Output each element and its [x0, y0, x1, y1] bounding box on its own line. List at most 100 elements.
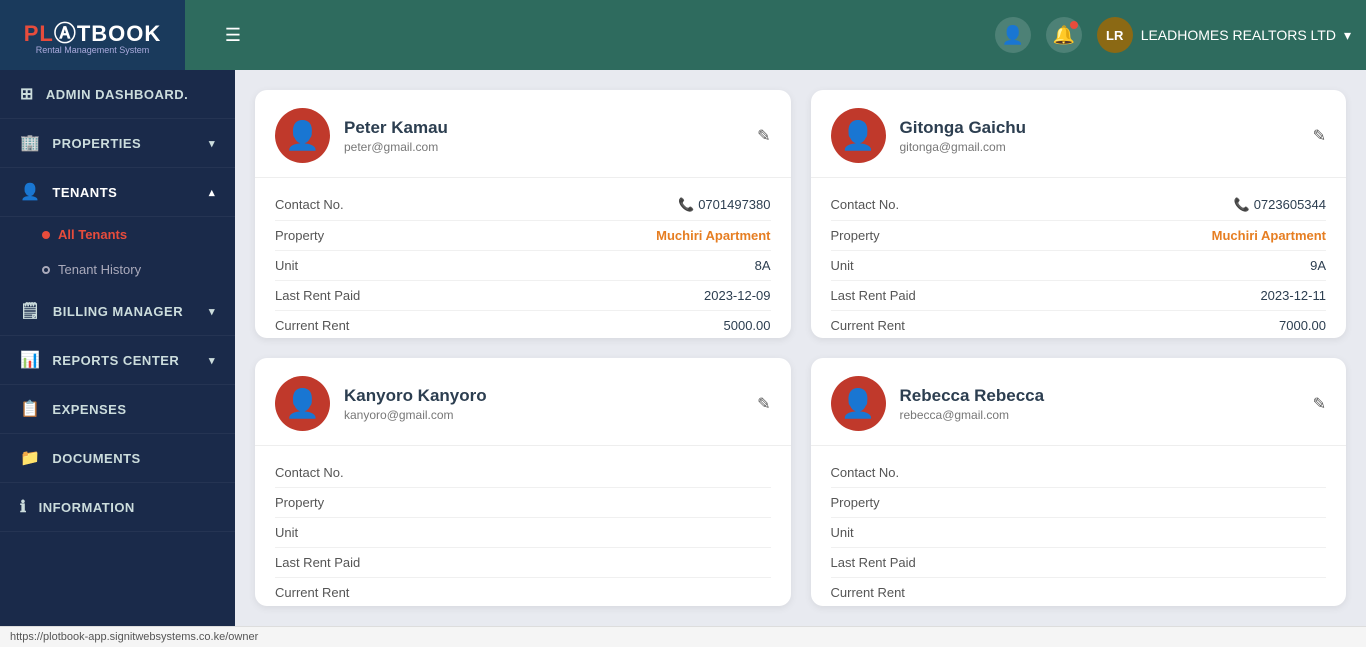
contact-label: Contact No.	[275, 465, 344, 480]
contact-row-peter-kamau: Contact No. 📞 0701497380	[275, 190, 771, 221]
sidebar-label-tenants: TENANTS	[52, 185, 117, 200]
avatar-icon: 👤	[285, 387, 320, 420]
tenants-icon: 👤	[20, 182, 40, 202]
tenant-card-kanyoro-kanyoro: 👤 Kanyoro Kanyoro kanyoro@gmail.com ✎ Co…	[255, 358, 791, 606]
card-info-rebecca-rebecca: Rebecca Rebecca rebecca@gmail.com	[900, 386, 1045, 422]
tenant-card-rebecca-rebecca: 👤 Rebecca Rebecca rebecca@gmail.com ✎ Co…	[811, 358, 1347, 606]
unit-label: Unit	[831, 525, 854, 540]
sidebar-item-reports-center[interactable]: 📊 REPORTS CENTER ▾	[0, 336, 235, 385]
edit-icon-gitonga-gaichu[interactable]: ✎	[1313, 126, 1326, 146]
unit-row-gitonga-gaichu: Unit 9A	[831, 251, 1327, 281]
property-label: Property	[275, 495, 324, 510]
unit-label: Unit	[275, 525, 298, 540]
tenant-email-kanyoro-kanyoro: kanyoro@gmail.com	[344, 408, 487, 422]
company-button[interactable]: LR LEADHOMES REALTORS LTD ▾	[1097, 17, 1351, 53]
all-tenants-label: All Tenants	[58, 227, 127, 242]
current-rent-value-gitonga-gaichu: 7000.00	[1279, 318, 1326, 333]
unit-value-gitonga-gaichu: 9A	[1310, 258, 1326, 273]
sidebar-label-properties: PROPERTIES	[52, 136, 141, 151]
current-rent-value-peter-kamau: 5000.00	[724, 318, 771, 333]
card-header-peter-kamau: 👤 Peter Kamau peter@gmail.com ✎	[255, 90, 791, 178]
tenant-email-gitonga-gaichu: gitonga@gmail.com	[900, 140, 1027, 154]
contact-row-gitonga-gaichu: Contact No. 📞 0723605344	[831, 190, 1327, 221]
property-row-peter-kamau: Property Muchiri Apartment	[275, 221, 771, 251]
property-row-kanyoro-kanyoro: Property	[275, 488, 771, 518]
sidebar-item-expenses[interactable]: 📋 Expenses	[0, 385, 235, 434]
status-bar: https://plotbook-app.signitwebsystems.co…	[0, 626, 1366, 647]
edit-icon-peter-kamau[interactable]: ✎	[757, 126, 770, 146]
chevron-icon: ▾	[209, 137, 215, 150]
sidebar-item-admin-dashboard[interactable]: ⊞ ADMIN DASHBOARD.	[0, 70, 235, 119]
sidebar-item-all-tenants[interactable]: All Tenants	[0, 217, 235, 252]
card-body-gitonga-gaichu: Contact No. 📞 0723605344 Property Muchir…	[811, 178, 1347, 338]
property-row-rebecca-rebecca: Property	[831, 488, 1327, 518]
card-body-rebecca-rebecca: Contact No. Property Unit Last Rent Paid…	[811, 446, 1347, 606]
navbar-right: 👤 🔔 LR LEADHOMES REALTORS LTD ▾	[995, 17, 1351, 53]
sidebar-item-documents[interactable]: 📁 Documents	[0, 434, 235, 483]
avatar-kanyoro-kanyoro: 👤	[275, 376, 330, 431]
tenant-email-peter-kamau: peter@gmail.com	[344, 140, 448, 154]
navbar-left: PLⒶTBOOK Rental Management System ☰	[15, 0, 251, 70]
unit-label: Unit	[831, 258, 854, 273]
expenses-icon: 📋	[20, 399, 40, 419]
profile-button[interactable]: 👤	[995, 17, 1031, 53]
card-info-gitonga-gaichu: Gitonga Gaichu gitonga@gmail.com	[900, 118, 1027, 154]
sidebar-item-properties[interactable]: 🏢 PROPERTIES ▾	[0, 119, 235, 168]
tenant-name-kanyoro-kanyoro: Kanyoro Kanyoro	[344, 386, 487, 406]
hamburger-button[interactable]: ☰	[215, 17, 251, 53]
property-value-gitonga-gaichu: Muchiri Apartment	[1212, 228, 1326, 243]
sidebar-label-reports: REPORTS CENTER	[52, 353, 179, 368]
edit-icon-kanyoro-kanyoro[interactable]: ✎	[757, 394, 770, 414]
last-rent-label: Last Rent Paid	[831, 555, 916, 570]
avatar-peter-kamau: 👤	[275, 108, 330, 163]
unit-row-rebecca-rebecca: Unit	[831, 518, 1327, 548]
tenant-name-peter-kamau: Peter Kamau	[344, 118, 448, 138]
sidebar-label-billing: BILLING MANAGER	[53, 304, 183, 319]
reports-chevron-icon: ▾	[209, 354, 215, 367]
hamburger-icon: ☰	[225, 25, 241, 46]
last-rent-value-gitonga-gaichu: 2023-12-11	[1260, 288, 1326, 303]
avatar-icon: 👤	[285, 119, 320, 152]
current-rent-row-gitonga-gaichu: Current Rent 7000.00	[831, 311, 1327, 338]
current-rent-row-kanyoro-kanyoro: Current Rent	[275, 578, 771, 606]
tenants-submenu: All Tenants Tenant History	[0, 217, 235, 287]
card-header-kanyoro-kanyoro: 👤 Kanyoro Kanyoro kanyoro@gmail.com ✎	[255, 358, 791, 446]
last-rent-row-peter-kamau: Last Rent Paid 2023-12-09	[275, 281, 771, 311]
chevron-down-icon: ▾	[1344, 27, 1351, 44]
card-info-kanyoro-kanyoro: Kanyoro Kanyoro kanyoro@gmail.com	[344, 386, 487, 422]
unit-value-peter-kamau: 8A	[755, 258, 771, 273]
sidebar-item-information[interactable]: ℹ Information	[0, 483, 235, 532]
tenant-name-rebecca-rebecca: Rebecca Rebecca	[900, 386, 1045, 406]
sidebar-item-tenant-history[interactable]: Tenant History	[0, 252, 235, 287]
sidebar-item-billing-manager[interactable]: 🗒 BILLING MANAGER ▾	[0, 287, 235, 336]
last-rent-label: Last Rent Paid	[831, 288, 916, 303]
property-value-peter-kamau: Muchiri Apartment	[656, 228, 770, 243]
current-rent-label: Current Rent	[275, 585, 349, 600]
edit-icon-rebecca-rebecca[interactable]: ✎	[1313, 394, 1326, 414]
information-icon: ℹ	[20, 497, 27, 517]
contact-value-gitonga-gaichu: 📞 0723605344	[1234, 197, 1326, 213]
last-rent-row-rebecca-rebecca: Last Rent Paid	[831, 548, 1327, 578]
last-rent-row-gitonga-gaichu: Last Rent Paid 2023-12-11	[831, 281, 1327, 311]
billing-chevron-icon: ▾	[209, 305, 215, 318]
contact-label: Contact No.	[275, 197, 344, 213]
current-rent-row-peter-kamau: Current Rent 5000.00	[275, 311, 771, 338]
contact-value-peter-kamau: 📞 0701497380	[678, 197, 770, 213]
contact-label: Contact No.	[831, 465, 900, 480]
sidebar-item-tenants[interactable]: 👤 TENANTS ▴	[0, 168, 235, 217]
avatar-icon: 👤	[841, 387, 876, 420]
last-rent-row-kanyoro-kanyoro: Last Rent Paid	[275, 548, 771, 578]
tenant-card-gitonga-gaichu: 👤 Gitonga Gaichu gitonga@gmail.com ✎ Con…	[811, 90, 1347, 338]
logo-accent: PL	[24, 21, 54, 46]
card-body-peter-kamau: Contact No. 📞 0701497380 Property Muchir…	[255, 178, 791, 338]
avatar-rebecca-rebecca: 👤	[831, 376, 886, 431]
last-rent-label: Last Rent Paid	[275, 555, 360, 570]
tenant-card-peter-kamau: 👤 Peter Kamau peter@gmail.com ✎ Contact …	[255, 90, 791, 338]
unit-row-kanyoro-kanyoro: Unit	[275, 518, 771, 548]
property-label: Property	[275, 228, 324, 243]
notification-bell: 🔔	[1046, 17, 1082, 53]
logo-text: PLⒶTBOOK	[24, 16, 162, 48]
navbar: PLⒶTBOOK Rental Management System ☰ 👤 🔔 …	[0, 0, 1366, 70]
phone-icon: 📞	[1234, 197, 1250, 212]
avatar-gitonga-gaichu: 👤	[831, 108, 886, 163]
